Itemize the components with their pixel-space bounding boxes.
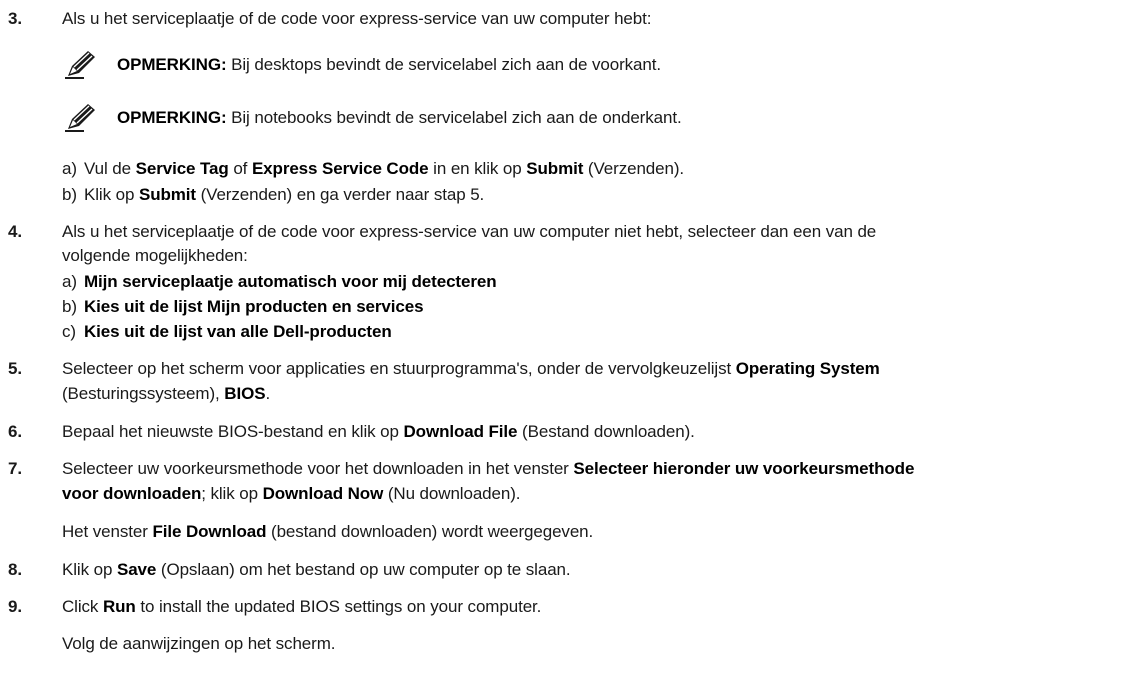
document-page: 3. Als u het serviceplaatje of de code v… <box>0 0 1142 689</box>
note-label: OPMERKING: <box>117 108 227 127</box>
substep-label: b) <box>62 185 77 204</box>
substep-label: a) <box>62 159 77 178</box>
substep-label: b) <box>62 297 77 316</box>
step-text: (Besturingssysteem), <box>62 384 225 403</box>
substep-text: Klik op <box>84 185 139 204</box>
run-term: Run <box>102 597 136 616</box>
submit-term: Submit <box>526 159 584 178</box>
step-number: 6. <box>8 422 22 441</box>
pencil-note-icon <box>65 104 95 132</box>
step-number: 5. <box>8 359 22 378</box>
step-number: 4. <box>8 222 22 241</box>
step-text: Als u het serviceplaatje of de code voor… <box>62 222 877 241</box>
step-text: (Opslaan) om het bestand op uw computer … <box>156 560 571 579</box>
step-text: Click <box>62 597 103 616</box>
step-text: to install the updated BIOS settings on … <box>135 597 542 616</box>
bios-term: BIOS <box>224 384 266 403</box>
download-now-term: Download Now <box>262 484 384 503</box>
note-text: Bij desktops bevindt de servicelabel zic… <box>226 55 661 74</box>
step-number: 8. <box>8 560 22 579</box>
step-text: Klik op <box>62 560 117 579</box>
submit-term: Submit <box>138 185 196 204</box>
step-text: (Bestand downloaden). <box>517 422 695 441</box>
save-term: Save <box>116 560 157 579</box>
option-text: Kies uit de lijst van alle Dell-producte… <box>84 322 392 341</box>
express-service-code-term: Express Service Code <box>251 159 429 178</box>
substep-label: c) <box>62 322 76 341</box>
substep-text: (Verzenden) en ga verder naar stap 5. <box>195 185 485 204</box>
substep-text: (Verzenden). <box>583 159 685 178</box>
operating-system-term: Operating System <box>735 359 880 378</box>
step-text: Als u het serviceplaatje of de code voor… <box>62 9 652 28</box>
substep-text: of <box>228 159 252 178</box>
step-text: Het venster <box>62 522 153 541</box>
step-number: 7. <box>8 459 22 478</box>
file-download-term: File Download <box>152 522 267 541</box>
step-text: Volg de aanwijzingen op het scherm. <box>62 634 336 653</box>
service-tag-term: Service Tag <box>135 159 229 178</box>
step-text: . <box>265 384 271 403</box>
pencil-note-icon <box>65 51 95 79</box>
substep-text: in en klik op <box>428 159 527 178</box>
substep-text: Vul de <box>84 159 136 178</box>
substep-label: a) <box>62 272 77 291</box>
step-text: (Nu downloaden). <box>383 484 521 503</box>
step-text: ; klik op <box>201 484 263 503</box>
note-label: OPMERKING: <box>117 55 227 74</box>
step-text: Bepaal het nieuwste BIOS-bestand en klik… <box>62 422 404 441</box>
step-text: volgende mogelijkheden: <box>62 246 248 265</box>
step-number: 3. <box>8 9 22 28</box>
step-text: (bestand downloaden) wordt weergegeven. <box>266 522 594 541</box>
step-text: Selecteer op het scherm voor applicaties… <box>62 359 736 378</box>
note-text: Bij notebooks bevindt de servicelabel zi… <box>226 108 682 127</box>
window-name-term: voor downloaden <box>62 484 202 503</box>
download-file-term: Download File <box>403 422 518 441</box>
option-text: Mijn serviceplaatje automatisch voor mij… <box>84 272 497 291</box>
step-number: 9. <box>8 597 22 616</box>
option-text: Kies uit de lijst Mijn producten en serv… <box>84 297 424 316</box>
step-text: Selecteer uw voorkeursmethode voor het d… <box>62 459 574 478</box>
window-name-term: Selecteer hieronder uw voorkeursmethode <box>573 459 915 478</box>
